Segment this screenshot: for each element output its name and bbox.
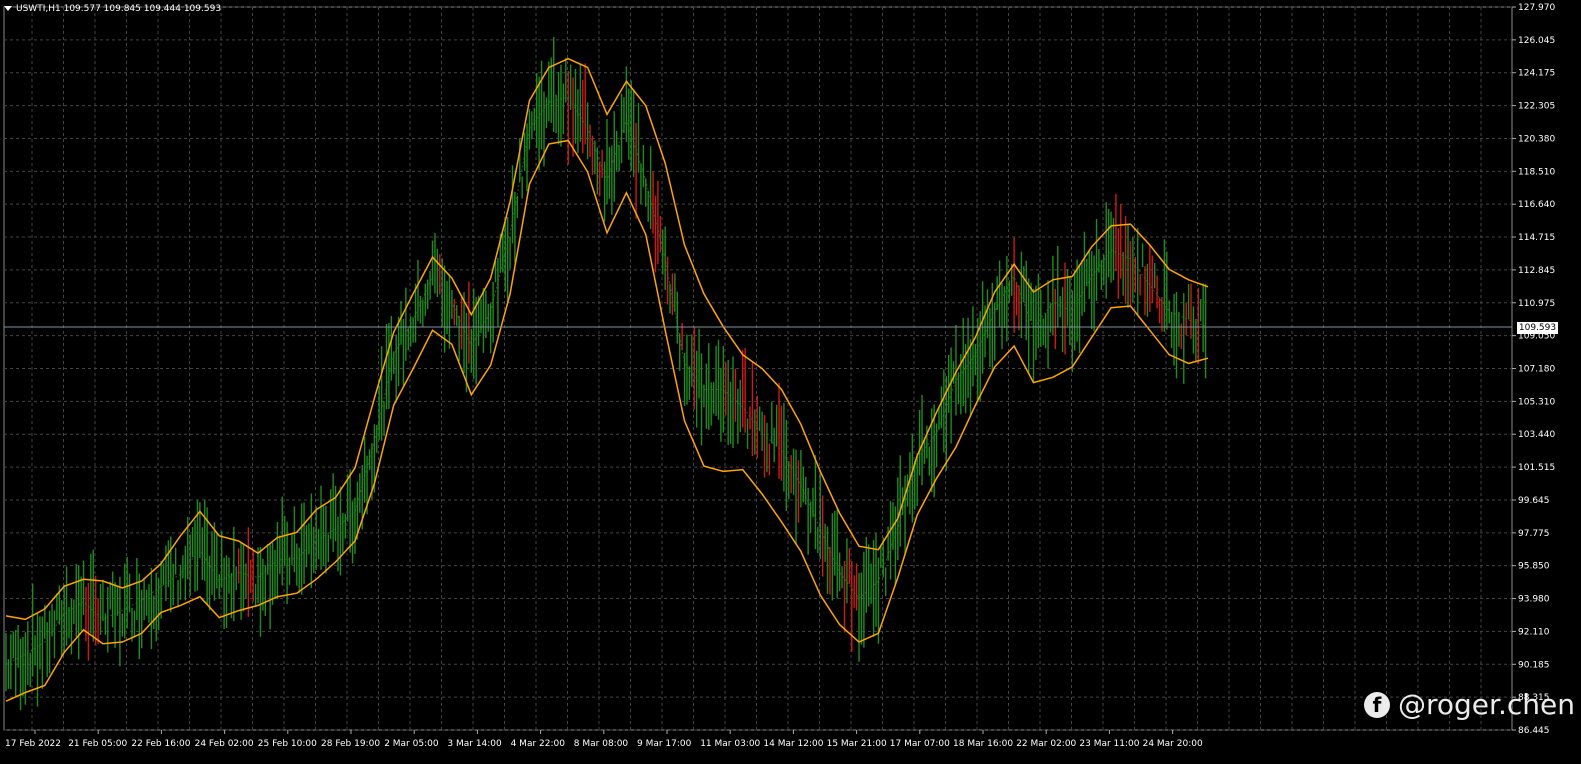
x-tick-label: 28 Feb 19:00	[321, 739, 380, 749]
x-tick-label: 24 Mar 20:00	[1143, 739, 1203, 749]
watermark-text: @roger.chen	[1398, 688, 1575, 721]
plot-frame	[3, 6, 1513, 731]
x-tick-label: 23 Mar 11:00	[1079, 739, 1139, 749]
x-tick-label: 18 Mar 16:00	[953, 739, 1013, 749]
x-tick-label: 15 Mar 21:00	[827, 739, 887, 749]
y-tick-label: 124.175	[1518, 69, 1555, 79]
y-tick-label: 97.775	[1518, 529, 1550, 539]
y-tick-label: 101.515	[1518, 463, 1555, 473]
x-tick-label: 4 Mar 22:00	[511, 739, 566, 749]
y-tick-label: 118.510	[1518, 167, 1555, 177]
y-tick-label: 95.850	[1518, 562, 1550, 572]
symbol-label: USWTI,H1	[16, 4, 61, 14]
lower-band-line	[5, 139, 1209, 702]
x-tick-label: 11 Mar 03:00	[700, 739, 760, 749]
x-tick-label: 2 Mar 05:00	[384, 739, 439, 749]
x-tick-label: 22 Feb 16:00	[131, 739, 190, 749]
x-tick-label: 17 Mar 07:00	[890, 739, 950, 749]
current-price-tag: 109.593	[1517, 322, 1558, 334]
y-tick-label: 105.310	[1518, 397, 1555, 407]
y-tick-label: 103.440	[1518, 430, 1555, 440]
y-tick-label: 92.110	[1518, 627, 1550, 637]
price-chart[interactable]: 127.970 126.045 124.175 122.305 120.380 118.5…	[0, 0, 1581, 760]
x-tick-label: 8 Mar 08:00	[574, 739, 629, 749]
y-tick-label: 122.305	[1518, 102, 1555, 112]
chart-area[interactable]: 127.970 126.045 124.175 122.305 120.380 118.5…	[0, 0, 1581, 760]
watermark: f @roger.chen	[1364, 688, 1575, 721]
y-tick-label: 120.380	[1518, 134, 1555, 144]
y-tick-label: 127.970	[1518, 3, 1555, 13]
y-tick-label: 126.045	[1518, 36, 1555, 46]
x-tick-label: 14 Mar 12:00	[763, 739, 823, 749]
facebook-icon: f	[1364, 691, 1390, 718]
x-tick-label: 24 Feb 02:00	[195, 739, 254, 749]
y-tick-label: 99.645	[1518, 496, 1550, 506]
x-tick-label: 25 Feb 10:00	[258, 739, 317, 749]
x-tick-label: 21 Feb 05:00	[68, 739, 127, 749]
chart-header: USWTI,H1 109.577 109.845 109.444 109.593	[4, 4, 221, 14]
y-tick-label: 93.980	[1518, 595, 1550, 605]
x-tick-label: 3 Mar 14:00	[447, 739, 502, 749]
y-tick-label: 90.185	[1518, 660, 1550, 670]
ohlc-values: 109.577 109.845 109.444 109.593	[63, 4, 222, 14]
y-tick-label: 107.180	[1518, 365, 1555, 375]
y-tick-label: 114.715	[1518, 233, 1555, 243]
x-tick-label: 17 Feb 2022	[5, 739, 61, 749]
y-tick-label: 112.845	[1518, 266, 1555, 276]
y-tick-label: 116.640	[1518, 200, 1555, 210]
y-tick-label: 110.975	[1518, 299, 1555, 309]
dropdown-triangle-icon[interactable]	[4, 6, 12, 11]
y-tick-label: 86.445	[1518, 726, 1550, 736]
x-tick-label: 9 Mar 17:00	[637, 739, 692, 749]
x-tick-label: 22 Mar 02:00	[1016, 739, 1076, 749]
